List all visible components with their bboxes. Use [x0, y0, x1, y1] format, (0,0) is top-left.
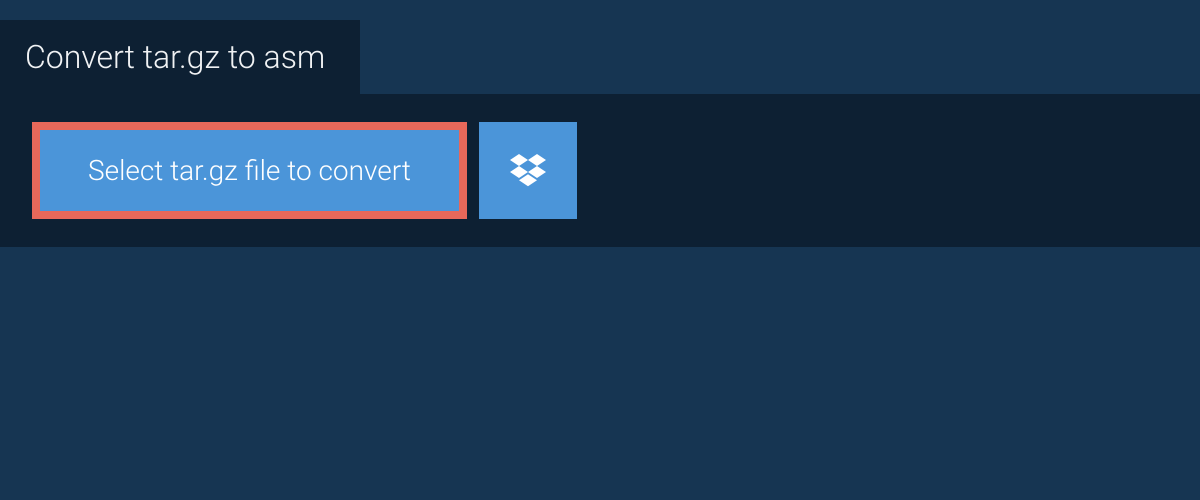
button-row: Select tar.gz file to convert	[32, 122, 1168, 219]
page-title: Convert tar.gz to asm	[25, 38, 325, 76]
header-tab: Convert tar.gz to asm	[0, 20, 360, 94]
content-panel: Select tar.gz file to convert	[0, 94, 1200, 247]
dropbox-icon	[510, 151, 546, 191]
select-file-button[interactable]: Select tar.gz file to convert	[32, 122, 467, 219]
select-file-label: Select tar.gz file to convert	[88, 154, 411, 187]
dropbox-button[interactable]	[479, 122, 577, 219]
